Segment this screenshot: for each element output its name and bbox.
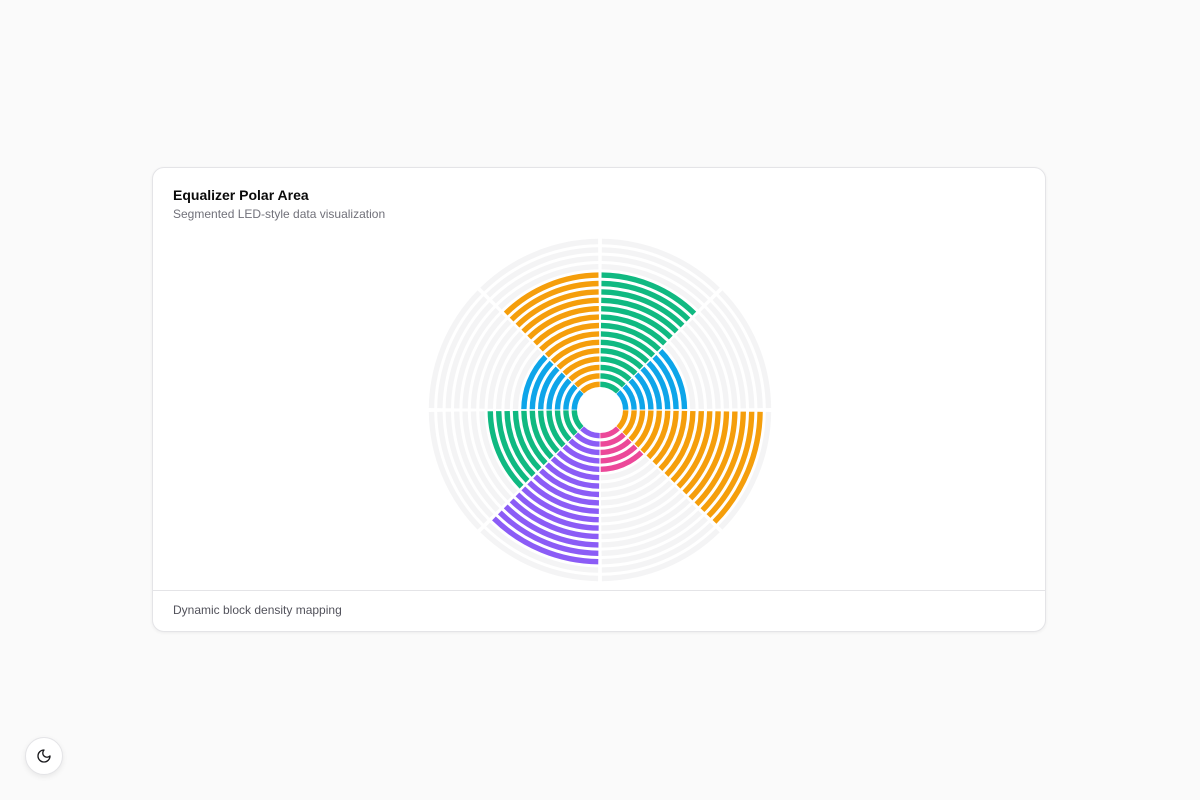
theme-toggle-button[interactable] <box>25 737 63 775</box>
card-footer: Dynamic block density mapping <box>153 590 1045 631</box>
polar-area-chart <box>428 238 772 582</box>
chart-card: Equalizer Polar Area Segmented LED-style… <box>152 167 1046 632</box>
grid-layer <box>428 238 772 582</box>
footer-text: Dynamic block density mapping <box>173 603 342 617</box>
moon-icon <box>37 749 51 763</box>
